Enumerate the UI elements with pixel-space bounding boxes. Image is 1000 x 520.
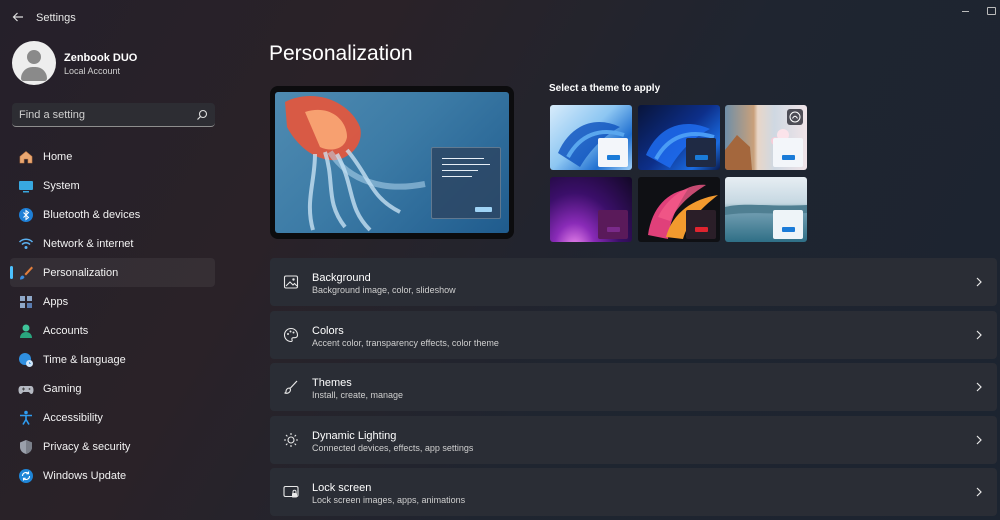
theme-captured-motion[interactable] — [638, 177, 720, 242]
monitor-icon — [19, 181, 33, 193]
sidebar-item-label: System — [43, 180, 80, 192]
sidebar-item-label: Home — [43, 151, 73, 163]
sidebar-item-label: Privacy & security — [43, 441, 131, 453]
sun-icon — [284, 433, 298, 447]
sidebar-item-apps[interactable]: Apps — [10, 287, 215, 316]
sidebar-item-personalization[interactable]: Personalization — [10, 258, 215, 287]
card-title: Themes — [312, 377, 352, 389]
arrow-left-icon — [12, 12, 23, 22]
sidebar-nav: Home System Bluetooth & devices Network … — [10, 142, 215, 490]
chevron-right-icon — [976, 277, 982, 287]
sidebar-item-accessibility[interactable]: Accessibility — [10, 403, 215, 432]
setting-card-dynamic-lighting[interactable]: Dynamic Lighting Connected devices, effe… — [270, 416, 997, 464]
sidebar-item-system[interactable]: System — [10, 171, 215, 200]
card-subtitle: Accent color, transparency effects, colo… — [312, 338, 499, 348]
search-input[interactable] — [19, 108, 189, 122]
theme-preview — [270, 86, 514, 239]
maximize-button[interactable] — [984, 4, 1000, 16]
title-bar: Settings — [0, 0, 1000, 36]
profile-account-type: Local Account — [64, 66, 121, 76]
card-title: Lock screen — [312, 482, 372, 494]
sidebar-item-home[interactable]: Home — [10, 142, 215, 171]
sidebar-item-gaming[interactable]: Gaming — [10, 374, 215, 403]
sidebar-item-label: Apps — [43, 296, 69, 308]
apps-icon — [20, 296, 32, 308]
setting-card-background[interactable]: Background Background image, color, slid… — [270, 258, 997, 306]
sidebar-item-privacy[interactable]: Privacy & security — [10, 432, 215, 461]
card-subtitle: Connected devices, effects, app settings — [312, 443, 474, 453]
setting-card-lock-screen[interactable]: Lock screen Lock screen images, apps, an… — [270, 468, 997, 516]
card-subtitle: Lock screen images, apps, animations — [312, 495, 466, 505]
theme-windows-light[interactable] — [550, 105, 632, 170]
profile-name: Zenbook DUO — [64, 52, 138, 64]
avatar — [12, 41, 56, 85]
sidebar-item-label: Bluetooth & devices — [43, 209, 141, 221]
search-box[interactable] — [12, 103, 215, 127]
wifi-icon — [18, 238, 34, 249]
sidebar-item-accounts[interactable]: Accounts — [10, 316, 215, 345]
sidebar-item-label: Accessibility — [43, 412, 103, 424]
chevron-right-icon — [976, 382, 982, 392]
minimize-button[interactable] — [958, 4, 974, 16]
chevron-right-icon — [976, 487, 982, 497]
chevron-right-icon — [976, 435, 982, 445]
sidebar-item-label: Time & language — [43, 354, 126, 366]
card-subtitle: Install, create, manage — [312, 390, 404, 400]
sidebar-item-label: Gaming — [43, 383, 82, 395]
sidebar-item-label: Personalization — [43, 267, 119, 279]
chevron-right-icon — [976, 330, 982, 340]
sidebar-item-windows-update[interactable]: Windows Update — [10, 461, 215, 490]
card-title: Colors — [312, 325, 344, 337]
accessibility-icon — [20, 410, 32, 425]
user-profile[interactable]: Zenbook DUO Local Account — [12, 41, 252, 87]
palette-icon — [283, 327, 299, 343]
app-title: Settings — [36, 12, 76, 24]
home-icon — [19, 151, 33, 164]
setting-card-themes[interactable]: Themes Install, create, manage — [270, 363, 997, 411]
update-icon — [19, 469, 33, 483]
person-icon — [20, 324, 32, 338]
theme-spotlight[interactable] — [725, 105, 807, 170]
search-icon[interactable] — [196, 109, 208, 121]
globe-clock-icon — [19, 353, 33, 367]
sidebar-item-bluetooth[interactable]: Bluetooth & devices — [10, 200, 215, 229]
page-title: Personalization — [269, 42, 413, 65]
theme-flow[interactable] — [725, 177, 807, 242]
wallpaper-preview — [275, 92, 509, 233]
card-subtitle: Background image, color, slideshow — [312, 285, 456, 295]
gamepad-icon — [18, 386, 34, 394]
image-icon — [283, 275, 299, 289]
setting-card-colors[interactable]: Colors Accent color, transparency effect… — [270, 311, 997, 359]
brush-icon — [284, 380, 298, 394]
sidebar-item-network[interactable]: Network & internet — [10, 229, 215, 258]
sidebar-item-label: Windows Update — [43, 470, 127, 482]
card-title: Dynamic Lighting — [312, 430, 397, 442]
sidebar-item-label: Network & internet — [43, 238, 134, 250]
sidebar-item-label: Accounts — [43, 325, 89, 337]
themes-title: Select a theme to apply — [549, 83, 661, 94]
preview-window — [431, 147, 501, 219]
paintbrush-icon — [20, 266, 33, 280]
theme-windows-dark[interactable] — [638, 105, 720, 170]
card-title: Background — [312, 272, 371, 284]
shield-icon — [20, 440, 32, 454]
bluetooth-icon — [19, 208, 33, 222]
back-button[interactable] — [8, 8, 28, 28]
sidebar-item-time-language[interactable]: Time & language — [10, 345, 215, 374]
theme-glow[interactable] — [550, 177, 632, 242]
lock-screen-icon — [283, 485, 299, 498]
spotlight-icon — [787, 109, 803, 125]
